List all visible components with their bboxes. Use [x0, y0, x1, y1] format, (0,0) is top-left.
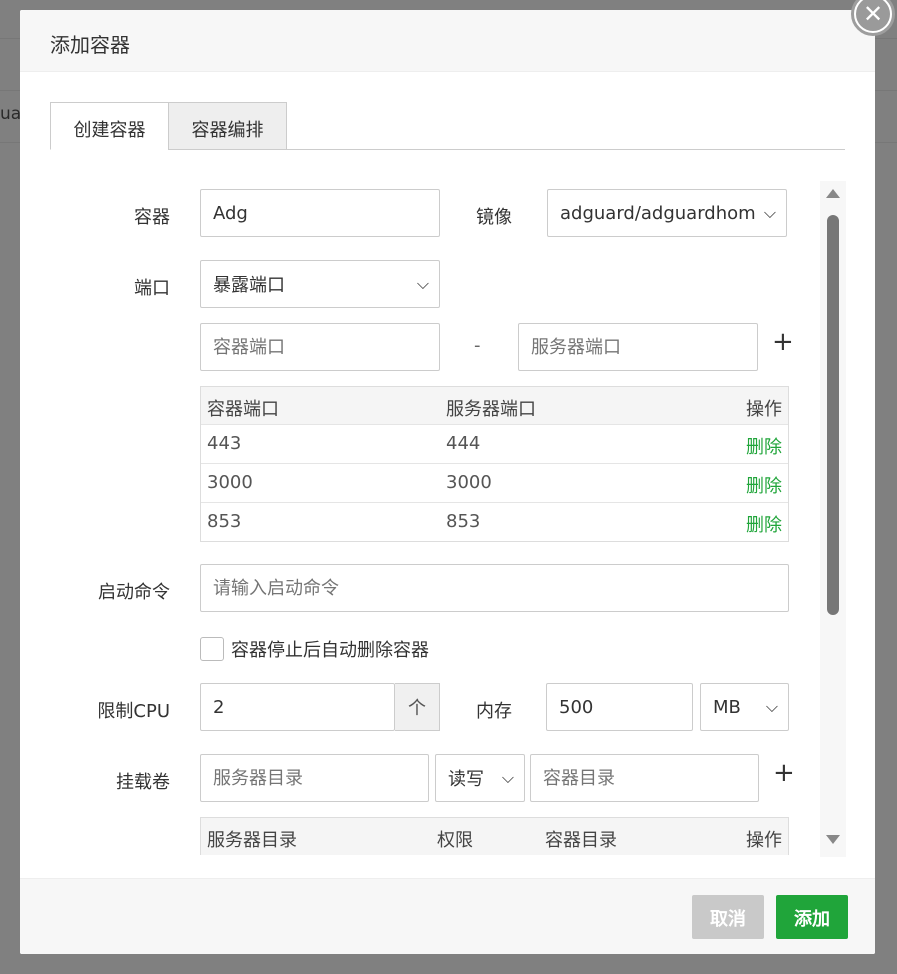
dialog-title: 添加容器: [50, 33, 130, 57]
server-dir-input[interactable]: [200, 754, 429, 802]
auto-remove-checkbox[interactable]: [200, 637, 224, 661]
memory-label: 内存: [476, 701, 512, 722]
memory-unit-select[interactable]: MB ⌵: [700, 683, 789, 731]
add-port-button[interactable]: +: [772, 327, 794, 357]
cpu-label: 限制CPU: [97, 701, 170, 722]
port-mode-value: 暴露端口: [213, 275, 285, 296]
port-separator: -: [474, 335, 481, 356]
auto-remove-label: 容器停止后自动删除容器: [231, 640, 429, 661]
cpu-stepper-button[interactable]: 个: [395, 683, 440, 731]
table-row: 3000 3000 删除: [201, 464, 788, 503]
scrollbar-thumb[interactable]: [827, 215, 839, 615]
port-table: 容器端口 服务器端口 操作 443 444 删除 3000 3000 删除 85…: [200, 386, 789, 542]
container-port-input[interactable]: [200, 323, 440, 371]
chevron-down-icon: ⌵: [416, 274, 429, 293]
port-label: 端口: [134, 278, 170, 299]
container-dir-input[interactable]: [530, 754, 759, 802]
permission-select[interactable]: 读写 ⌵: [435, 754, 525, 802]
volume-label: 挂载卷: [116, 772, 170, 793]
col-action: 操作: [746, 830, 782, 851]
row-container-port: 443: [207, 433, 242, 454]
row-server-port: 853: [446, 511, 481, 532]
volume-table: 服务器目录 权限 容器目录 操作: [200, 817, 789, 855]
col-server-port: 服务器端口: [446, 399, 536, 420]
memory-input[interactable]: 500: [546, 683, 693, 731]
form-content: 容器 Adg 镜像 adguard/adguardhome ⌵ 端口 暴露端口 …: [20, 175, 875, 855]
image-label: 镜像: [476, 207, 512, 228]
table-row: 853 853 删除: [201, 503, 788, 542]
dialog-footer: 取消 添加: [20, 878, 875, 954]
port-mode-select[interactable]: 暴露端口 ⌵: [200, 260, 440, 308]
chevron-down-icon: ⌵: [763, 203, 776, 222]
container-name-label: 容器: [134, 207, 170, 228]
row-container-port: 853: [207, 511, 242, 532]
tab-container-compose[interactable]: 容器编排: [168, 102, 287, 150]
permission-value: 读写: [448, 769, 484, 790]
col-permission: 权限: [437, 830, 473, 851]
table-row: 443 444 删除: [201, 425, 788, 464]
volume-table-header: 服务器目录 权限 容器目录 操作: [201, 818, 788, 855]
delete-link[interactable]: 删除: [746, 433, 782, 459]
close-icon: ✕: [856, 0, 890, 31]
bg-text: ua: [0, 104, 22, 124]
chevron-down-icon: ⌵: [765, 697, 778, 716]
chevron-down-icon: ⌵: [501, 768, 514, 787]
image-select[interactable]: adguard/adguardhome ⌵: [547, 189, 787, 237]
image-select-value: adguard/adguardhome: [560, 202, 756, 224]
port-table-header: 容器端口 服务器端口 操作: [201, 387, 788, 425]
dialog-header: 添加容器: [20, 10, 875, 72]
scrollbar[interactable]: [820, 181, 846, 857]
command-input[interactable]: [200, 564, 789, 612]
add-button[interactable]: 添加: [776, 895, 848, 939]
add-volume-button[interactable]: +: [773, 758, 795, 788]
row-server-port: 444: [446, 433, 481, 454]
tab-bar: 创建容器 容器编排: [50, 102, 845, 150]
cancel-button[interactable]: 取消: [692, 895, 764, 939]
col-container-dir: 容器目录: [545, 830, 617, 851]
add-container-dialog: 添加容器 创建容器 容器编排 容器 Adg 镜像 adguard/adguard…: [20, 10, 875, 954]
col-server-dir: 服务器目录: [207, 830, 297, 851]
tab-create-container[interactable]: 创建容器: [50, 102, 169, 150]
container-name-input[interactable]: Adg: [200, 189, 440, 237]
scroll-up-arrow-icon[interactable]: [826, 189, 840, 198]
server-port-input[interactable]: [518, 323, 758, 371]
row-container-port: 3000: [207, 472, 253, 493]
delete-link[interactable]: 删除: [746, 472, 782, 498]
delete-link[interactable]: 删除: [746, 511, 782, 537]
command-label: 启动命令: [98, 582, 170, 603]
col-container-port: 容器端口: [207, 399, 279, 420]
scroll-down-arrow-icon[interactable]: [826, 835, 840, 844]
memory-unit-value: MB: [713, 696, 741, 718]
col-action: 操作: [746, 399, 782, 420]
cpu-input[interactable]: 2: [200, 683, 395, 731]
row-server-port: 3000: [446, 472, 492, 493]
